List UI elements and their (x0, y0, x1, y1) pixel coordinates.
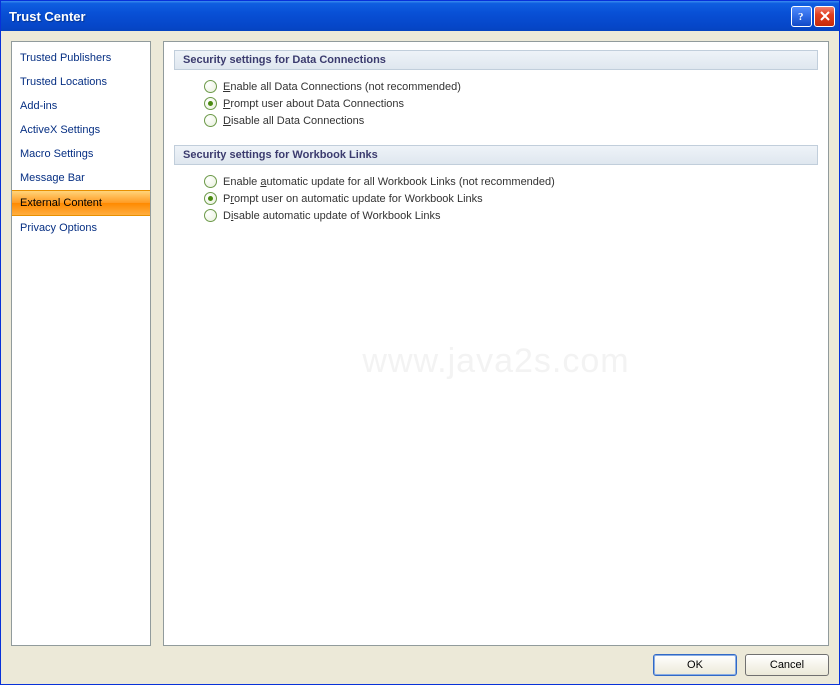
sidebar-item-message-bar[interactable]: Message Bar (12, 166, 150, 190)
help-icon: ? (797, 10, 807, 22)
sidebar-item-label: Privacy Options (20, 222, 97, 234)
radio-group-workbook-links: Enable automatic update for all Workbook… (204, 175, 818, 222)
dialog-buttons: OK Cancel (11, 646, 829, 676)
category-sidebar: Trusted Publishers Trusted Locations Add-i… (11, 41, 151, 646)
sidebar-item-trusted-locations[interactable]: Trusted Locations (12, 70, 150, 94)
sidebar-item-label: Macro Settings (20, 148, 93, 160)
sidebar-item-label: Trusted Locations (20, 76, 107, 88)
radio-icon (204, 80, 217, 93)
radio-icon (204, 192, 217, 205)
client-area: Trusted Publishers Trusted Locations Add-i… (1, 31, 839, 684)
radio-option[interactable]: Disable automatic update of Workbook Lin… (204, 209, 818, 222)
content-panel: Security settings for Data Connections E… (163, 41, 829, 646)
sidebar-item-external-content[interactable]: External Content (12, 190, 150, 216)
main-area: Trusted Publishers Trusted Locations Add-i… (11, 41, 829, 646)
radio-label: Enable automatic update for all Workbook… (223, 176, 555, 188)
sidebar-item-label: ActiveX Settings (20, 124, 100, 136)
cancel-button[interactable]: Cancel (745, 654, 829, 676)
svg-text:?: ? (798, 11, 804, 22)
sidebar-item-privacy-options[interactable]: Privacy Options (12, 216, 150, 240)
radio-label: Prompt user on automatic update for Work… (223, 193, 483, 205)
sidebar-item-macro-settings[interactable]: Macro Settings (12, 142, 150, 166)
watermark-text: www.java2s.com (362, 342, 629, 381)
sidebar-item-label: Trusted Publishers (20, 52, 111, 64)
close-button[interactable] (814, 6, 835, 27)
sidebar-item-label: Add-ins (20, 100, 57, 112)
radio-icon (204, 175, 217, 188)
ok-button[interactable]: OK (653, 654, 737, 676)
radio-option[interactable]: Enable all Data Connections (not recomme… (204, 80, 818, 93)
close-icon (819, 10, 831, 22)
help-button[interactable]: ? (791, 6, 812, 27)
trust-center-window: Trust Center ? Trusted PublishersTrusted… (0, 0, 840, 685)
radio-label: Prompt user about Data Connections (223, 98, 404, 110)
radio-option[interactable]: Prompt user about Data Connections (204, 97, 818, 110)
radio-icon (204, 114, 217, 127)
section-header-data-connections: Security settings for Data Connections (174, 50, 818, 70)
radio-label: Enable all Data Connections (not recomme… (223, 81, 461, 93)
section-header-workbook-links: Security settings for Workbook Links (174, 145, 818, 165)
titlebar[interactable]: Trust Center ? (1, 1, 839, 31)
sidebar-item-label: External Content (20, 197, 102, 209)
radio-option[interactable]: Prompt user on automatic update for Work… (204, 192, 818, 205)
radio-icon (204, 97, 217, 110)
sidebar-item-add-ins[interactable]: Add-ins (12, 94, 150, 118)
radio-group-data-connections: Enable all Data Connections (not recomme… (204, 80, 818, 127)
sidebar-item-label: Message Bar (20, 172, 85, 184)
sidebar-item-activex-settings[interactable]: ActiveX Settings (12, 118, 150, 142)
window-title: Trust Center (9, 9, 789, 24)
radio-option[interactable]: Enable automatic update for all Workbook… (204, 175, 818, 188)
radio-label: Disable automatic update of Workbook Lin… (223, 210, 441, 222)
radio-option[interactable]: Disable all Data Connections (204, 114, 818, 127)
sidebar-item-trusted-publishers[interactable]: Trusted Publishers (12, 46, 150, 70)
radio-icon (204, 209, 217, 222)
radio-label: Disable all Data Connections (223, 115, 364, 127)
